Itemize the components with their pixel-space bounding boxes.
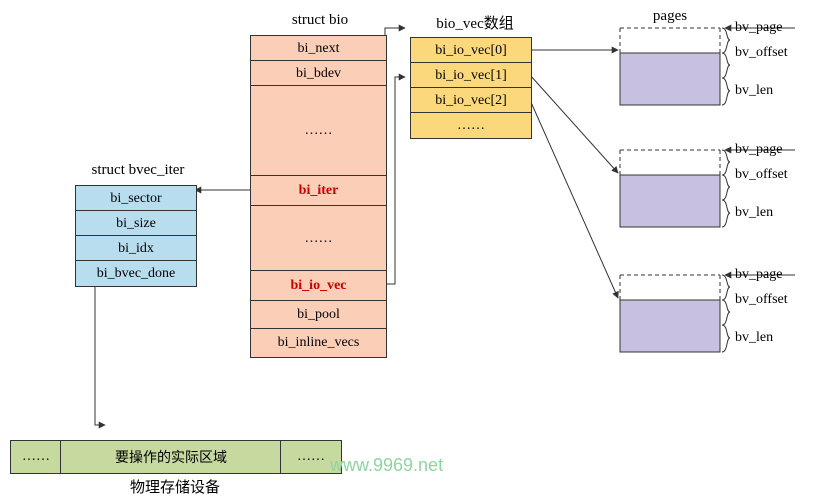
storage-ellipsis-left: …… [10, 440, 62, 474]
title-struct-bvec-iter: struct bvec_iter [78, 162, 198, 179]
page3-bv-len: bv_len [735, 330, 773, 346]
title-struct-bio: struct bio [270, 12, 370, 29]
page1-bv-page: bv_page [735, 20, 782, 36]
page1-bv-offset: bv_offset [735, 45, 788, 61]
storage-region: 要操作的实际区域 [60, 440, 282, 474]
bio-bi-pool: bi_pool [250, 300, 387, 330]
page2-bv-page: bv_page [735, 142, 782, 158]
bvec-bi-size: bi_size [75, 210, 197, 237]
title-pages: pages [640, 8, 700, 25]
page3-bv-page: bv_page [735, 267, 782, 283]
page3-bv-offset: bv_offset [735, 292, 788, 308]
bvec-bi-idx: bi_idx [75, 235, 197, 262]
watermark: www.9969.net [330, 455, 443, 476]
storage-caption: 物理存储设备 [110, 476, 240, 497]
bio-bi-iter: bi_iter [250, 175, 387, 207]
page2-bv-len: bv_len [735, 205, 773, 221]
bvec-bi-bvec-done: bi_bvec_done [75, 260, 197, 287]
bio-bi-io-vec: bi_io_vec [250, 270, 387, 302]
bio-bi-bdev: bi_bdev [250, 60, 387, 87]
title-bio-vec-array: bio_vec数组 [420, 12, 530, 33]
bio-ellipsis-2: …… [250, 205, 387, 272]
biovec-ellipsis: …… [410, 112, 532, 139]
biovec-2: bi_io_vec[2] [410, 87, 532, 114]
bio-bi-next: bi_next [250, 35, 387, 62]
biovec-0: bi_io_vec[0] [410, 37, 532, 64]
bvec-bi-sector: bi_sector [75, 185, 197, 212]
bio-ellipsis-1: …… [250, 85, 387, 177]
bio-bi-inline-vecs: bi_inline_vecs [250, 328, 387, 358]
page1-bv-len: bv_len [735, 83, 773, 99]
page2-bv-offset: bv_offset [735, 167, 788, 183]
biovec-1: bi_io_vec[1] [410, 62, 532, 89]
